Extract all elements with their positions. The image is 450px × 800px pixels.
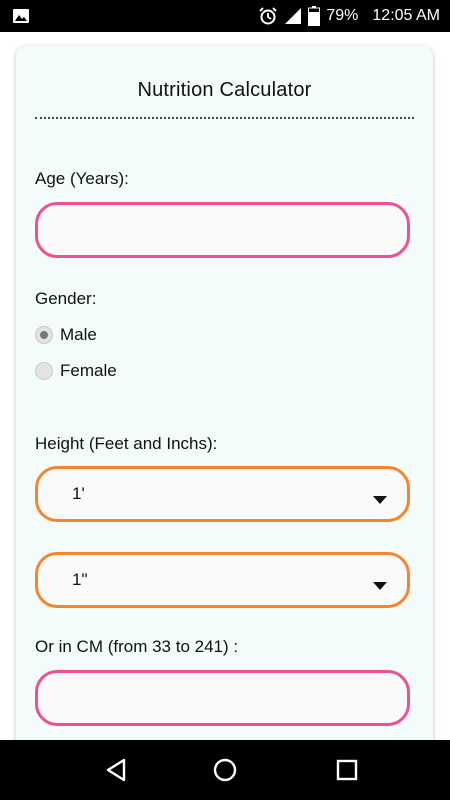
gender-label: Gender: bbox=[35, 289, 97, 308]
status-bar: 79% 12:05 AM bbox=[0, 0, 450, 32]
height-inches-select[interactable]: 1" bbox=[35, 552, 410, 608]
title-divider bbox=[35, 117, 414, 119]
signal-icon bbox=[284, 7, 302, 25]
alarm-icon bbox=[258, 6, 278, 26]
cm-label: Or in CM (from 33 to 241) : bbox=[35, 637, 239, 656]
dropdown-arrow-icon bbox=[373, 491, 387, 509]
page-title: Nutrition Calculator bbox=[137, 79, 312, 101]
female-label: Female bbox=[60, 361, 117, 380]
calculator-card: Nutrition Calculator Age (Years): Gender… bbox=[16, 46, 433, 766]
gender-option-female[interactable]: Female bbox=[35, 359, 117, 383]
female-radio[interactable] bbox=[35, 362, 53, 380]
back-icon[interactable] bbox=[104, 757, 128, 788]
radio-selected-dot bbox=[40, 331, 48, 339]
battery-percent: 79% bbox=[326, 7, 359, 24]
cm-input[interactable] bbox=[35, 670, 410, 726]
battery-icon bbox=[308, 6, 321, 26]
height-label: Height (Feet and Inchs): bbox=[35, 434, 218, 453]
gender-option-male[interactable]: Male bbox=[35, 323, 97, 347]
dropdown-arrow-icon bbox=[373, 577, 387, 595]
navigation-bar bbox=[0, 740, 450, 800]
male-label: Male bbox=[60, 325, 97, 344]
age-label: Age (Years): bbox=[35, 169, 129, 188]
height-feet-select[interactable]: 1' bbox=[35, 466, 410, 522]
male-radio[interactable] bbox=[35, 326, 53, 344]
age-input[interactable] bbox=[35, 202, 410, 258]
recents-icon[interactable] bbox=[335, 757, 359, 788]
clock: 12:05 AM bbox=[372, 7, 440, 24]
height-inches-value: 1" bbox=[72, 570, 88, 589]
height-feet-value: 1' bbox=[72, 484, 85, 503]
image-icon bbox=[12, 7, 30, 30]
home-icon[interactable] bbox=[212, 757, 238, 788]
